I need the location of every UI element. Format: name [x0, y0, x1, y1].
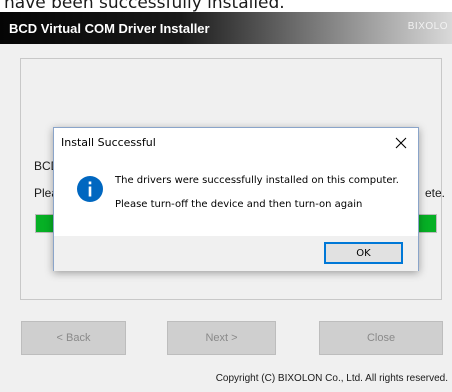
- next-button[interactable]: Next >: [167, 321, 276, 355]
- installer-titlebar[interactable]: BCD Virtual COM Driver Installer BIXOLO: [0, 12, 452, 44]
- brand-logo-text: BIXOLO: [407, 21, 448, 32]
- back-button[interactable]: < Back: [21, 321, 126, 355]
- background-caption: have been successfully installed.: [4, 0, 285, 12]
- dialog-message-line-1: The drivers were successfully installed …: [115, 175, 399, 186]
- dialog-body: The drivers were successfully installed …: [54, 158, 418, 236]
- dialog-close-button[interactable]: [384, 128, 418, 158]
- close-icon: [395, 137, 407, 149]
- dialog-message-line-2: Please turn-off the device and then turn…: [115, 199, 363, 210]
- ok-button[interactable]: OK: [324, 242, 403, 264]
- dialog-titlebar[interactable]: Install Successful: [54, 128, 418, 158]
- copyright-text: Copyright (C) BIXOLON Co., Ltd. All righ…: [215, 373, 448, 384]
- status-line-2-end: ete.: [425, 186, 446, 200]
- window-title: BCD Virtual COM Driver Installer: [9, 20, 210, 36]
- close-button[interactable]: Close: [319, 321, 443, 355]
- info-icon: [77, 176, 103, 202]
- dialog-title: Install Successful: [61, 136, 156, 149]
- dialog-footer: OK: [54, 236, 418, 271]
- install-successful-dialog: Install Successful The drivers were succ…: [53, 127, 419, 271]
